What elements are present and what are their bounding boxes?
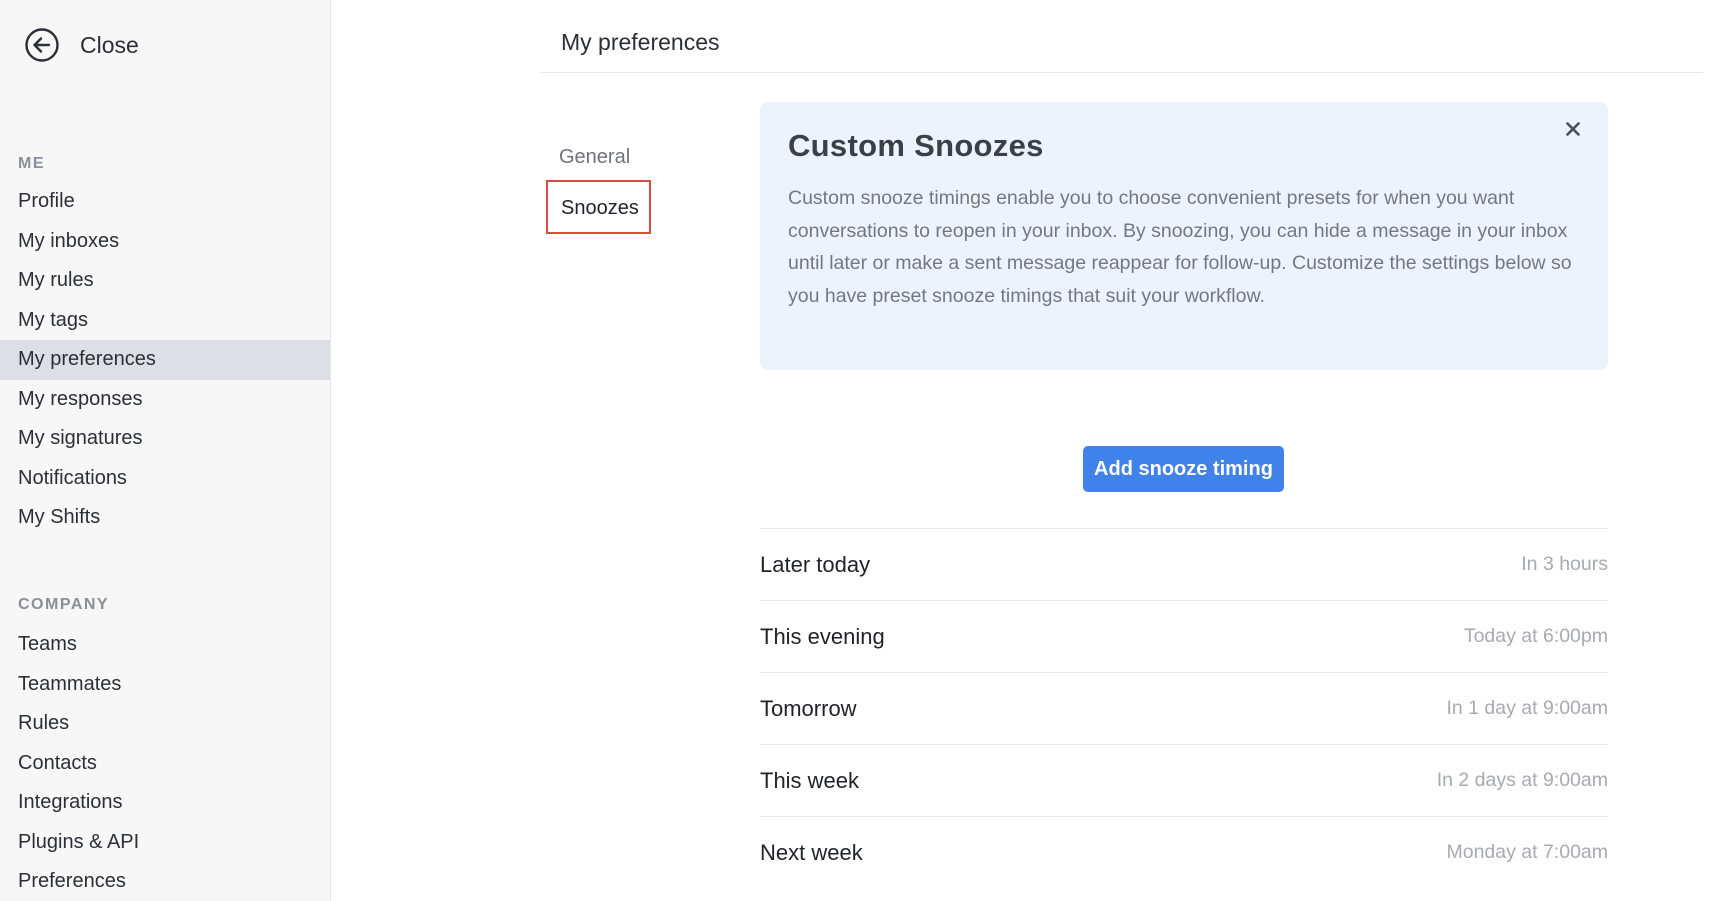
sidebar-item-integrations[interactable]: Integrations [0, 783, 330, 823]
custom-snoozes-info-card: Custom Snoozes Custom snooze timings ena… [760, 102, 1608, 370]
settings-sidebar: Close ME Profile My inboxes My rules My … [0, 0, 331, 901]
sidebar-item-contacts[interactable]: Contacts [0, 744, 330, 784]
snooze-name: Tomorrow [760, 695, 857, 721]
sidebar-item-profile[interactable]: Profile [0, 182, 330, 222]
info-card-title: Custom Snoozes [788, 128, 1044, 163]
snooze-row[interactable]: This week In 2 days at 9:00am [760, 744, 1608, 816]
snooze-row[interactable]: This evening Today at 6:00pm [760, 600, 1608, 672]
page-header: My preferences [541, 0, 1703, 73]
sidebar-item-plugins-api[interactable]: Plugins & API [0, 823, 330, 863]
preferences-subnav: General Snoozes [546, 140, 651, 234]
snooze-row[interactable]: Later today In 3 hours [760, 528, 1608, 600]
close-button[interactable]: Close [24, 26, 139, 64]
tab-general[interactable]: General [546, 140, 651, 174]
dismiss-card-button[interactable] [1560, 116, 1586, 142]
sidebar-item-my-preferences[interactable]: My preferences [0, 340, 330, 380]
sidebar-item-notifications[interactable]: Notifications [0, 459, 330, 499]
sidebar-item-my-tags[interactable]: My tags [0, 301, 330, 341]
snooze-name: Later today [760, 551, 871, 577]
snooze-time: In 3 hours [1521, 553, 1608, 575]
x-icon [1566, 122, 1580, 136]
section-label-me: ME [18, 155, 45, 172]
company-nav-list: Teams Teammates Rules Contacts Integrati… [0, 625, 330, 901]
snooze-timings-list: Later today In 3 hours This evening Toda… [760, 528, 1608, 888]
me-nav-list: Profile My inboxes My rules My tags My p… [0, 182, 330, 538]
snooze-name: This evening [760, 623, 885, 649]
page-title: My preferences [561, 29, 720, 55]
sidebar-item-my-rules[interactable]: My rules [0, 261, 330, 301]
sidebar-item-my-shifts[interactable]: My Shifts [0, 498, 330, 538]
sidebar-item-preferences[interactable]: Preferences [0, 862, 330, 901]
snooze-name: Next week [760, 839, 863, 865]
sidebar-item-rules[interactable]: Rules [0, 704, 330, 744]
sidebar-item-teammates[interactable]: Teammates [0, 665, 330, 705]
sidebar-item-teams[interactable]: Teams [0, 625, 330, 665]
sidebar-item-my-responses[interactable]: My responses [0, 380, 330, 420]
sidebar-item-my-inboxes[interactable]: My inboxes [0, 222, 330, 262]
snooze-time: Monday at 7:00am [1446, 841, 1608, 863]
tab-snoozes[interactable]: Snoozes [546, 180, 651, 234]
sidebar-item-my-signatures[interactable]: My signatures [0, 419, 330, 459]
close-label: Close [80, 31, 139, 58]
snooze-name: This week [760, 767, 860, 793]
snooze-row[interactable]: Next week Monday at 7:00am [760, 816, 1608, 888]
info-card-description: Custom snooze timings enable you to choo… [788, 187, 1572, 307]
snooze-time: Today at 6:00pm [1463, 625, 1608, 647]
snooze-time: In 2 days at 9:00am [1436, 769, 1608, 791]
section-label-company: COMPANY [18, 596, 110, 613]
arrow-left-circle-icon [25, 28, 59, 62]
add-snooze-timing-button[interactable]: Add snooze timing [1083, 446, 1284, 492]
snooze-time: In 1 day at 9:00am [1446, 697, 1608, 719]
snooze-row[interactable]: Tomorrow In 1 day at 9:00am [760, 672, 1608, 744]
